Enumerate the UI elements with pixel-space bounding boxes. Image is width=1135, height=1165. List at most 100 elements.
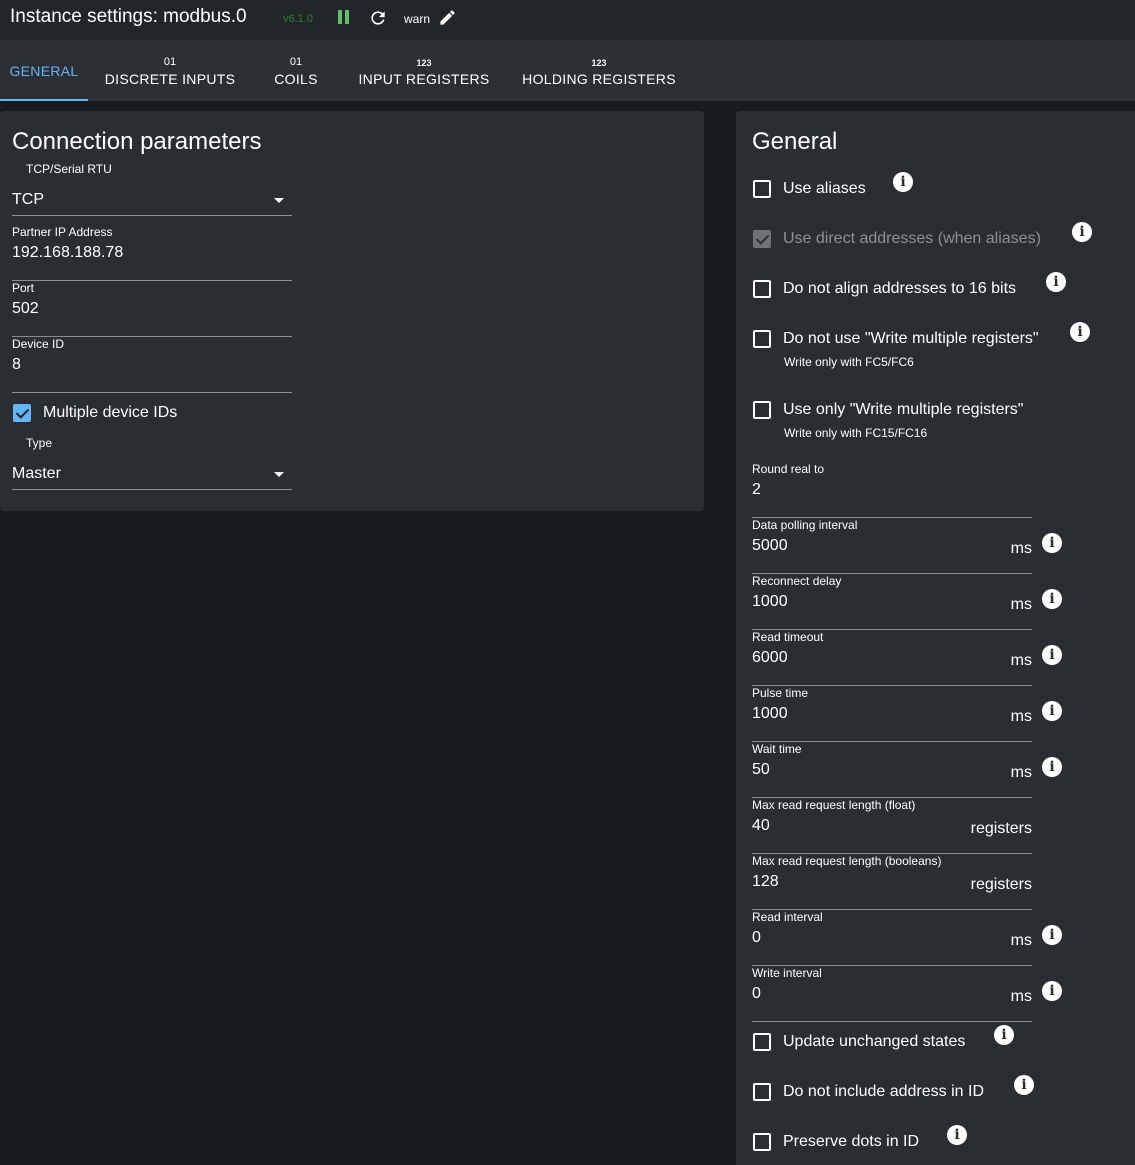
only-multi-write-label: Use only "Write multiple registers" [783,401,1024,418]
info-icon[interactable]: i [1042,757,1062,777]
reconnect-delay-unit: ms [1010,596,1032,613]
max-bool-field[interactable]: Max read request length (booleans) 128 r… [752,854,1032,910]
info-icon[interactable]: i [1042,981,1062,1001]
info-icon[interactable]: i [1042,645,1062,665]
read-timeout-unit: ms [1010,652,1032,669]
read-timeout-field[interactable]: Read timeout 6000 ms [752,630,1032,686]
max-bool-value: 128 [752,873,779,890]
read-interval-unit: ms [1010,932,1032,949]
connection-mode-value: TCP [12,191,44,208]
wait-time-field[interactable]: Wait time 50 ms [752,742,1032,798]
multiple-device-ids-label: Multiple device IDs [43,404,178,421]
info-icon[interactable]: i [1046,272,1066,292]
max-bool-label: Max read request length (booleans) [752,854,942,868]
info-icon[interactable]: i [994,1025,1014,1045]
info-icon[interactable]: i [1042,701,1062,721]
checkbox-box[interactable] [753,401,771,419]
max-bool-unit: registers [970,876,1032,893]
poll-interval-label: Data polling interval [752,518,858,532]
write-interval-field[interactable]: Write interval 0 ms [752,966,1032,1022]
info-icon[interactable]: i [1042,533,1062,553]
edit-icon[interactable] [438,8,457,27]
read-interval-field[interactable]: Read interval 0 ms [752,910,1032,966]
device-id-field[interactable]: Device ID 8 [12,337,292,393]
round-real-field[interactable]: Round real to 2 [752,462,1032,518]
reconnect-delay-value: 1000 [752,593,788,610]
update-unchanged-label: Update unchanged states [783,1033,966,1050]
no-multi-write-label: Do not use "Write multiple registers" [783,330,1039,347]
device-id-label: Device ID [12,337,65,351]
max-float-value: 40 [752,817,770,834]
tab-holding-registers-label: HOLDING REGISTERS [522,71,676,87]
checkbox-box[interactable] [753,330,771,348]
ip-address-label: Partner IP Address [12,225,113,239]
info-icon[interactable]: i [1014,1075,1034,1095]
max-float-field[interactable]: Max read request length (float) 40 regis… [752,798,1032,854]
checkbox-box[interactable] [753,1083,771,1101]
tab-input-registers-sub: 123 [416,58,432,68]
reconnect-delay-field[interactable]: Reconnect delay 1000 ms [752,574,1032,630]
checkbox-box [753,230,771,248]
checkbox-box[interactable] [753,1133,771,1151]
connection-mode-select[interactable]: TCP/Serial RTU TCP [12,162,292,216]
port-field[interactable]: Port 502 [12,281,292,337]
preserve-dots-label: Preserve dots in ID [783,1133,920,1150]
info-icon[interactable]: i [1072,222,1092,242]
no-align-label: Do not align addresses to 16 bits [783,280,1017,297]
pulse-time-field[interactable]: Pulse time 1000 ms [752,686,1032,742]
info-icon[interactable]: i [893,172,913,192]
wait-time-label: Wait time [752,742,802,756]
no-address-in-id-label: Do not include address in ID [783,1083,984,1100]
page-title: Instance settings: modbus.0 [10,6,247,27]
use-direct-addresses-label: Use direct addresses (when aliases) [783,230,1041,247]
tab-coils-sub: 01 [289,56,303,68]
checkbox-box[interactable] [753,1033,771,1051]
info-icon[interactable]: i [1042,925,1062,945]
device-id-value: 8 [12,356,21,373]
tab-discrete-inputs[interactable]: 01 DISCRETE INPUTS [96,40,244,101]
ip-address-field[interactable]: Partner IP Address 192.168.188.78 [12,225,292,281]
write-interval-label: Write interval [752,966,822,980]
no-multi-write-help: Write only with FC5/FC6 [784,355,914,369]
checkbox-box[interactable] [753,180,771,198]
tab-holding-registers[interactable]: 123 HOLDING REGISTERS [512,40,686,101]
tab-discrete-inputs-label: DISCRETE INPUTS [104,71,236,87]
log-level: warn [404,12,431,26]
tab-bar: GENERAL 01 DISCRETE INPUTS 01 COILS 123 … [0,40,1135,101]
checkbox-box[interactable] [13,404,31,422]
connection-title: Connection parameters [12,128,262,155]
info-icon[interactable]: i [1070,322,1090,342]
title-bar: Instance settings: modbus.0 v6.1.0 warn [0,0,1135,40]
tab-input-registers-label: INPUT REGISTERS [358,71,490,87]
tab-discrete-inputs-sub: 01 [163,56,177,68]
info-icon[interactable]: i [1042,589,1062,609]
connection-panel: Connection parameters TCP/Serial RTU TCP… [0,111,704,511]
write-interval-unit: ms [1010,988,1032,1005]
tab-coils[interactable]: 01 COILS [258,40,334,101]
poll-interval-field[interactable]: Data polling interval 5000 ms [752,518,1032,574]
pause-icon[interactable] [337,10,351,25]
checkbox-box[interactable] [753,280,771,298]
version-label: v6.1.0 [283,13,313,25]
max-float-unit: registers [970,820,1032,837]
tab-input-registers[interactable]: 123 INPUT REGISTERS [348,40,500,101]
only-multi-write-help: Write only with FC15/FC16 [784,426,928,440]
reload-icon[interactable] [368,8,388,28]
reconnect-delay-label: Reconnect delay [752,574,842,588]
info-icon[interactable]: i [947,1125,967,1145]
poll-interval-unit: ms [1010,540,1032,557]
write-interval-value: 0 [752,985,761,1002]
type-value: Master [12,465,61,482]
poll-interval-value: 5000 [752,537,788,554]
wait-time-value: 50 [752,761,770,778]
general-panel: General Use aliases i Use direct address… [736,111,1135,1165]
tab-holding-registers-sub: 123 [591,58,607,68]
round-real-label: Round real to [752,462,825,476]
type-select[interactable]: Type Master [12,436,292,490]
max-float-label: Max read request length (float) [752,798,916,812]
read-timeout-value: 6000 [752,649,788,666]
read-interval-value: 0 [752,929,761,946]
tab-general-label: GENERAL [9,63,79,79]
ip-address-value: 192.168.188.78 [12,244,124,261]
tab-general[interactable]: GENERAL [0,40,88,101]
